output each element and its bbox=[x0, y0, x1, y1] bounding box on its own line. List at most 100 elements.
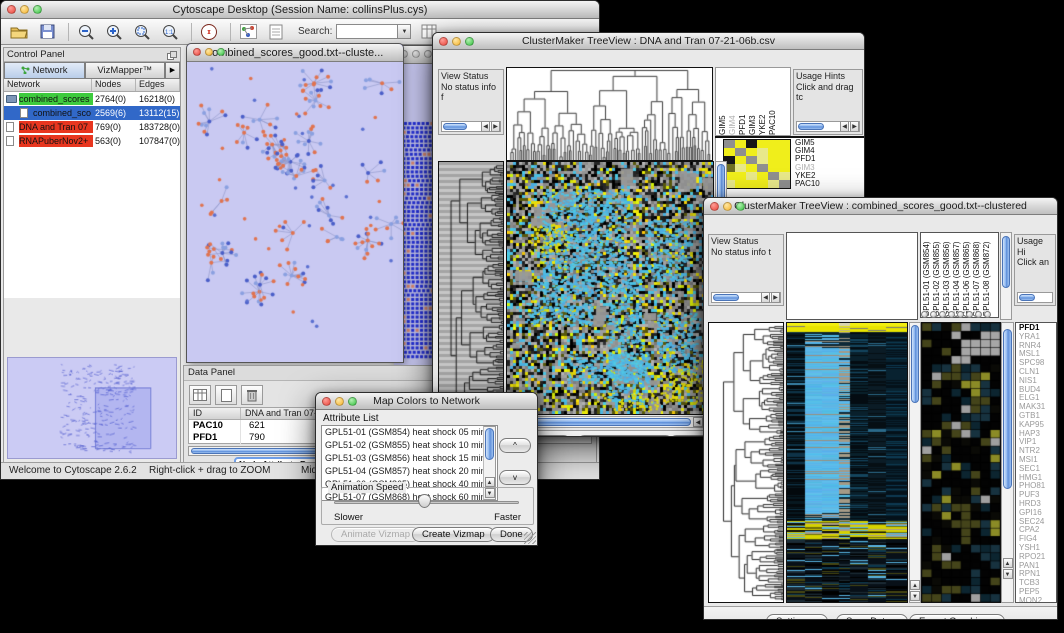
vizmapper-tool-button[interactable] bbox=[236, 21, 260, 42]
create-vizmap-button[interactable]: Create Vizmap bbox=[412, 527, 495, 542]
usage-hints-scrollbar[interactable]: ◀ ▶ bbox=[796, 121, 860, 132]
column-dendrogram-panel[interactable] bbox=[506, 67, 713, 161]
scroll-left-arrow[interactable]: ◀ bbox=[761, 292, 770, 303]
select-attributes-button[interactable] bbox=[189, 385, 211, 405]
search-dropdown-arrow[interactable]: ▼ bbox=[398, 24, 411, 39]
treeview-combined-title-bar[interactable]: ClusterMaker TreeView : combined_scores_… bbox=[704, 198, 1057, 215]
scroll-right-arrow[interactable]: ▶ bbox=[850, 121, 859, 132]
zoom-in-button[interactable] bbox=[102, 21, 126, 42]
usage-hints-scrollbar[interactable] bbox=[1017, 292, 1053, 303]
float-panel-icon[interactable] bbox=[167, 51, 177, 60]
view-status-scrollbar[interactable]: ◀ ▶ bbox=[711, 292, 781, 303]
scroll-up-arrow[interactable]: ▲ bbox=[485, 477, 495, 487]
animate-vizmap-button[interactable]: Animate Vizmap bbox=[331, 527, 420, 542]
scrollbar-thumb[interactable] bbox=[911, 325, 919, 403]
view-status-scrollbar[interactable]: ◀ ▶ bbox=[441, 121, 501, 132]
help-button[interactable] bbox=[197, 21, 221, 42]
tab-network[interactable]: Network bbox=[4, 62, 85, 79]
zoom-selected-button[interactable] bbox=[130, 21, 154, 42]
scroll-up-arrow[interactable]: ▲ bbox=[1003, 558, 1013, 568]
network-table-column-header[interactable]: Edges bbox=[136, 79, 180, 91]
close-button[interactable] bbox=[439, 37, 448, 46]
settings-button[interactable]: Settings... bbox=[766, 614, 828, 619]
close-button[interactable] bbox=[322, 397, 331, 406]
dialog-title-bar[interactable]: Map Colors to Network bbox=[316, 393, 537, 410]
zoom-vscrollbar[interactable]: ▲ ▼ bbox=[1001, 322, 1014, 603]
column-header-id[interactable]: ID bbox=[189, 408, 241, 419]
scroll-right-arrow[interactable]: ▶ bbox=[491, 121, 500, 132]
scroll-left-arrow[interactable]: ◀ bbox=[840, 121, 849, 132]
scroll-left-arrow[interactable]: ◀ bbox=[693, 417, 703, 427]
new-attribute-button[interactable] bbox=[215, 385, 237, 405]
zoom-button[interactable] bbox=[424, 50, 432, 58]
network-canvas[interactable] bbox=[187, 62, 403, 365]
tab-vizmapper[interactable]: VizMapper™ bbox=[85, 62, 166, 79]
scroll-down-arrow[interactable]: ▼ bbox=[1003, 569, 1013, 579]
cytoscape-title-bar[interactable]: Cytoscape Desktop (Session Name: collins… bbox=[1, 1, 599, 19]
minimize-button[interactable] bbox=[723, 202, 732, 211]
column-labels-vscrollbar[interactable] bbox=[1000, 232, 1012, 320]
zoom-fit-button[interactable]: 1:1 bbox=[158, 21, 182, 42]
inner-window-title-bar[interactable]: combined_scores_good.txt--cluste... bbox=[187, 44, 403, 62]
zoom-heatmap-matrix[interactable] bbox=[723, 139, 791, 189]
network-table-column-header[interactable]: Nodes bbox=[92, 79, 136, 91]
snapshot-button[interactable] bbox=[264, 21, 288, 42]
scroll-left-arrow[interactable]: ◀ bbox=[481, 121, 490, 132]
treeview-dna-title-bar[interactable]: ClusterMaker TreeView : DNA and Tran 07-… bbox=[433, 33, 864, 50]
scrollbar-thumb[interactable] bbox=[1003, 329, 1012, 489]
resize-grip[interactable] bbox=[524, 532, 536, 544]
main-heatmap-panel[interactable] bbox=[506, 161, 714, 415]
close-button[interactable] bbox=[193, 48, 201, 56]
scroll-down-arrow[interactable]: ▼ bbox=[910, 591, 920, 601]
column-labels-panel[interactable]: GIM5GIM4PFD1GIM3YKE2PAC10 bbox=[715, 67, 791, 136]
open-session-button[interactable] bbox=[7, 21, 31, 42]
network-tree-row[interactable]: RNAPuberNov2+563(0)107847(0) bbox=[4, 134, 180, 148]
row-dendrogram-panel[interactable] bbox=[438, 161, 504, 415]
main-heatmap-panel[interactable] bbox=[786, 322, 908, 603]
zoom-out-button[interactable] bbox=[74, 21, 98, 42]
zoom-button[interactable] bbox=[348, 397, 357, 406]
zoom-button[interactable] bbox=[217, 48, 225, 56]
tab-overflow-button[interactable]: ▶ bbox=[165, 62, 180, 79]
network-tree-row[interactable]: combined_sco2569(6)13112(15) bbox=[4, 106, 180, 120]
move-up-button[interactable]: ^ bbox=[499, 438, 531, 453]
zoom-button[interactable] bbox=[465, 37, 474, 46]
attribute-list-item[interactable]: GPL51-01 (GSM854) heat shock 05 min bbox=[322, 426, 497, 439]
column-labels-panel[interactable]: GPL51-01 (GSM854)GPL51-02 (GSM855)GPL51-… bbox=[920, 232, 999, 318]
export-graphics-button[interactable]: Export Graphics... bbox=[577, 435, 673, 436]
gene-labels-list[interactable]: PFD1YRA1RNR4MSL1SPC98CLN1NIS1BUD4ELG1MAK… bbox=[1015, 322, 1057, 603]
network-table-column-header[interactable]: Network bbox=[4, 79, 92, 91]
scrollbar-thumb[interactable] bbox=[1019, 294, 1035, 301]
gene-label[interactable]: MON2 bbox=[1019, 597, 1056, 603]
scroll-right-arrow[interactable]: ▶ bbox=[771, 292, 780, 303]
heatmap-vscrollbar[interactable]: ▲ ▼ bbox=[909, 322, 921, 603]
scrollbar-thumb[interactable] bbox=[443, 123, 467, 130]
search-input[interactable] bbox=[336, 24, 398, 39]
zoom-button[interactable] bbox=[33, 5, 42, 14]
row-labels-list[interactable]: GIM5GIM4PFD1GIM3YKE2PAC10 bbox=[795, 139, 855, 188]
network-tree-row[interactable]: DNA and Tran 07769(0)183728(0) bbox=[4, 120, 180, 134]
move-down-button[interactable]: v bbox=[499, 470, 531, 485]
attribute-list-item[interactable]: GPL51-04 (GSM857) heat shock 20 min bbox=[322, 465, 497, 478]
minimize-button[interactable] bbox=[335, 397, 344, 406]
zoom-heatmap-panel[interactable] bbox=[921, 322, 1001, 603]
minimize-button[interactable] bbox=[412, 50, 420, 58]
scrollbar-thumb[interactable] bbox=[1002, 236, 1010, 288]
network-tree-row[interactable]: combined_scores2764(0)16218(0) bbox=[4, 92, 180, 106]
zoom-button[interactable] bbox=[736, 202, 745, 211]
scrollbar-thumb[interactable] bbox=[798, 123, 824, 130]
scrollbar-thumb[interactable] bbox=[713, 294, 739, 301]
column-dendrogram-panel[interactable] bbox=[786, 232, 918, 320]
attribute-list-item[interactable]: GPL51-02 (GSM855) heat shock 10 min bbox=[322, 439, 497, 452]
close-button[interactable] bbox=[7, 5, 16, 14]
row-dendrogram-panel[interactable] bbox=[708, 322, 784, 603]
network-overview-canvas[interactable] bbox=[7, 357, 177, 459]
minimize-button[interactable] bbox=[205, 48, 213, 56]
scrollbar-thumb[interactable] bbox=[485, 428, 494, 460]
export-graphics-button[interactable]: Export Graphics... bbox=[909, 614, 1005, 619]
minimize-button[interactable] bbox=[452, 37, 461, 46]
save-data-button[interactable]: Save Data... bbox=[836, 614, 908, 619]
save-session-button[interactable] bbox=[35, 21, 59, 42]
delete-attribute-button[interactable] bbox=[241, 385, 263, 405]
animation-speed-slider-thumb[interactable] bbox=[418, 494, 431, 508]
